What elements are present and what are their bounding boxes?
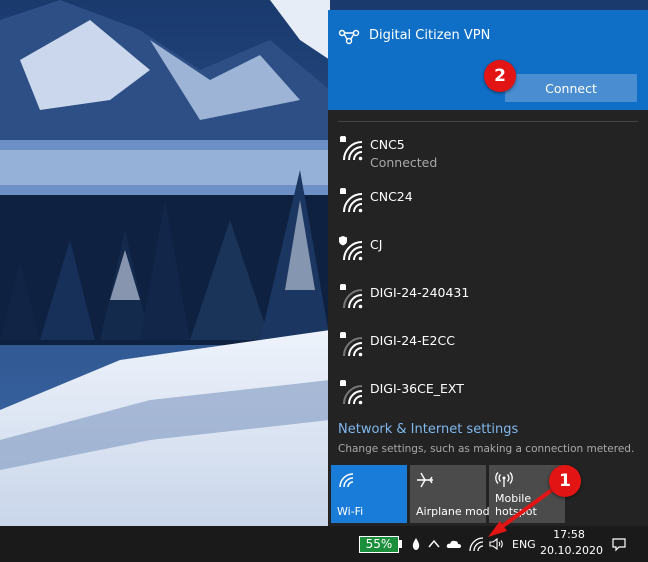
clock-date[interactable]: 20.10.2020 (540, 544, 603, 557)
taskbar: 55% ENG 17:58 20.10.2020 (0, 526, 648, 562)
wifi-network-item[interactable]: DIGI-24-E2CC (328, 324, 648, 368)
network-ssid: DIGI-36CE_EXT (370, 381, 464, 396)
wifi-network-item[interactable]: DIGI-36CE_EXT (328, 372, 648, 416)
tile-label-line: hotspot (495, 505, 537, 518)
wifi-network-item[interactable]: CNC24 (328, 180, 648, 224)
network-ssid: DIGI-24-E2CC (370, 333, 455, 348)
tile-label-line: Mobile (495, 492, 532, 505)
battery-cap (399, 540, 402, 548)
wifi-icon[interactable] (468, 536, 484, 552)
airplane-icon (417, 472, 433, 488)
secured-wifi-icon (340, 380, 363, 405)
volume-icon[interactable] (488, 536, 504, 552)
wifi-network-item[interactable]: CJ (328, 228, 648, 272)
battery-percent: 55% (365, 537, 393, 551)
wifi-network-item[interactable]: DIGI-24-240431 (328, 276, 648, 320)
tile-label: Wi-Fi (337, 505, 364, 518)
wifi-icon (339, 473, 354, 488)
battery-indicator[interactable]: 55% (359, 536, 399, 553)
hotspot-icon (495, 472, 513, 487)
wifi-network-item[interactable]: CNC5 Connected (328, 128, 648, 172)
shield-wifi-icon (339, 236, 363, 261)
secured-wifi-icon (340, 284, 363, 309)
vpn-connection-item[interactable]: Digital Citizen VPN Connect (328, 10, 648, 110)
divider (338, 121, 638, 122)
network-ssid: CJ (370, 237, 383, 252)
airplane-mode-tile[interactable]: Airplane mode (410, 465, 496, 523)
network-settings-description: Change settings, such as making a connec… (338, 443, 635, 455)
secured-wifi-icon (340, 332, 363, 357)
tile-label: Mobile hotspot (495, 492, 537, 518)
network-ssid: DIGI-24-240431 (370, 285, 470, 300)
network-status: Connected (370, 155, 438, 170)
clock-time[interactable]: 17:58 (540, 528, 598, 541)
language-indicator[interactable]: ENG (512, 538, 536, 551)
chevron-up-icon[interactable] (426, 536, 442, 552)
vpn-name: Digital Citizen VPN (369, 28, 491, 43)
drop-icon[interactable] (408, 536, 424, 552)
vpn-icon (338, 29, 360, 45)
secured-wifi-icon (340, 136, 363, 161)
cloud-icon[interactable] (446, 536, 462, 552)
network-ssid: CNC24 (370, 189, 413, 204)
step-1-badge: 1 (549, 465, 581, 497)
network-settings-link[interactable]: Network & Internet settings (338, 422, 518, 437)
network-ssid: CNC5 (370, 137, 405, 152)
step-2-badge: 2 (484, 60, 516, 92)
secured-wifi-icon (340, 188, 363, 213)
vpn-connect-button[interactable]: Connect (505, 74, 637, 102)
wifi-toggle-tile[interactable]: Wi-Fi (331, 465, 407, 523)
notification-icon[interactable] (611, 536, 627, 552)
tile-label: Airplane mode (416, 505, 497, 518)
